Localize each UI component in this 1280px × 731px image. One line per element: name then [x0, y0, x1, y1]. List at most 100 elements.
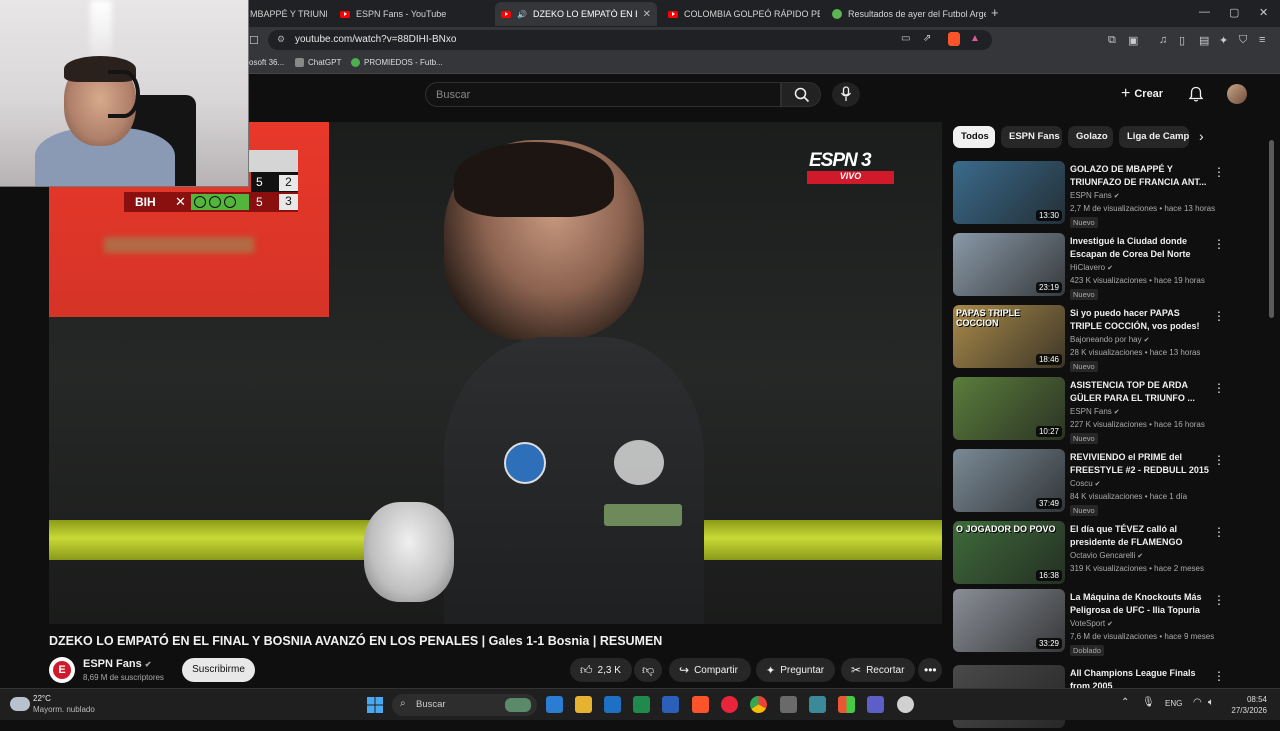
- video-thumbnail[interactable]: 10:27: [953, 377, 1065, 440]
- more-vertical-icon[interactable]: ⋮: [1213, 453, 1225, 467]
- chip-golazo[interactable]: Golazo: [1068, 126, 1113, 148]
- recommendation-card[interactable]: 10:27 ASISTENCIA TOP DE ARDA GÜLER PARA E…: [953, 377, 1225, 444]
- recommendation-card[interactable]: 33:29 La Máquina de Knockouts Más Peligro…: [953, 589, 1225, 656]
- recommendation-title[interactable]: ASISTENCIA TOP DE ARDA GÜLER PARA EL TRI…: [1070, 379, 1210, 405]
- share-button[interactable]: ↪ Compartir: [669, 658, 751, 682]
- tab-espn-fans[interactable]: ESPN Fans - YouTube: [334, 2, 489, 26]
- screenshot-icon[interactable]: ▣: [1128, 34, 1138, 47]
- more-vertical-icon[interactable]: ⋮: [1213, 381, 1225, 395]
- scrollbar-thumb[interactable]: [1269, 140, 1274, 318]
- outlook-icon[interactable]: [604, 696, 621, 713]
- account-avatar[interactable]: [1227, 84, 1247, 104]
- recommendation-card[interactable]: 37:49 REVIVIENDO el PRIME del FREESTYLE #…: [953, 449, 1225, 516]
- close-window-icon[interactable]: ✕: [1259, 6, 1268, 19]
- recommendation-channel[interactable]: HiClavero ✔: [1070, 263, 1113, 272]
- url-field[interactable]: ⚙ youtube.com/watch?v=88DIHI-BNxo ▭ ⇗ ▲: [268, 30, 992, 50]
- recommendation-channel[interactable]: ESPN Fans ✔: [1070, 191, 1120, 200]
- leo-ai-icon[interactable]: ✦: [1219, 34, 1228, 47]
- teams-icon[interactable]: [867, 696, 884, 713]
- weather-cloud-icon[interactable]: [10, 697, 30, 711]
- language-indicator[interactable]: ENG: [1165, 699, 1182, 708]
- recommendation-title[interactable]: Si yo puedo hacer PAPAS TRIPLE COCCIÓN, …: [1070, 307, 1210, 333]
- new-tab-button[interactable]: +: [991, 5, 999, 20]
- video-thumbnail[interactable]: 23:19: [953, 233, 1065, 296]
- tab-mbappe[interactable]: MBAPPÉ Y TRIUNFAZO: [244, 2, 327, 26]
- weather-temp[interactable]: 22°C: [33, 694, 51, 703]
- video-thumbnail[interactable]: 13:30: [953, 161, 1065, 224]
- media-icon[interactable]: ♫: [1159, 34, 1167, 46]
- recommendation-channel[interactable]: Octavio Gencarelli ✔: [1070, 551, 1143, 560]
- recommendation-channel[interactable]: ESPN Fans ✔: [1070, 407, 1120, 416]
- clip-button[interactable]: ✂ Recortar: [841, 658, 915, 682]
- wallet-icon[interactable]: ▤: [1199, 34, 1209, 47]
- recommendation-card[interactable]: 23:19 Investigué la Ciudad donde Escapan …: [953, 233, 1225, 300]
- recommendation-channel[interactable]: Bajoneando por hay ✔: [1070, 335, 1149, 344]
- brave-browser-icon[interactable]: [692, 696, 709, 713]
- windows-start-icon[interactable]: [367, 697, 383, 713]
- more-vertical-icon[interactable]: ⋮: [1213, 525, 1225, 539]
- clock-time[interactable]: 08:54: [1229, 695, 1267, 704]
- create-button[interactable]: + Crear: [1121, 83, 1163, 105]
- microphone-icon[interactable]: 🎙︎: [1142, 697, 1155, 708]
- menu-icon[interactable]: ≡: [1259, 34, 1265, 46]
- share-icon[interactable]: ⇗: [923, 33, 931, 44]
- recommendation-channel[interactable]: VoteSport ✔: [1070, 619, 1113, 628]
- app-icon[interactable]: [838, 696, 855, 713]
- recommendation-card[interactable]: PAPAS TRIPLE COCCION 18:46 Si yo puedo hac…: [953, 305, 1225, 372]
- clock-date[interactable]: 27/3/2026: [1221, 706, 1267, 715]
- word-icon[interactable]: [662, 696, 679, 713]
- bookmark-icon[interactable]: ☐: [249, 34, 259, 47]
- tab-colombia[interactable]: COLOMBIA GOLPEÓ RÁPIDO PERO S: [662, 2, 820, 26]
- media-player-icon[interactable]: [721, 696, 738, 713]
- subscribe-button[interactable]: Suscribirme: [182, 658, 255, 682]
- brave-shields-icon[interactable]: [948, 32, 960, 46]
- search-button[interactable]: [781, 82, 821, 107]
- more-actions-button[interactable]: •••: [918, 658, 942, 682]
- recommendation-card[interactable]: O JOGADOR DO POVO 16:38 El día que TÉVEZ c…: [953, 521, 1225, 587]
- site-info-icon[interactable]: ⚙: [277, 34, 285, 45]
- chevron-right-icon[interactable]: ›: [1199, 128, 1204, 144]
- chevron-up-icon[interactable]: ⌃: [1121, 697, 1129, 708]
- video-thumbnail[interactable]: O JOGADOR DO POVO 16:38: [953, 521, 1065, 584]
- file-explorer-icon[interactable]: [575, 696, 592, 713]
- more-vertical-icon[interactable]: ⋮: [1213, 237, 1225, 251]
- wifi-icon[interactable]: ◠: [1193, 697, 1202, 708]
- recommendation-title[interactable]: GOLAZO DE MBAPPÉ Y TRIUNFAZO DE FRANCIA …: [1070, 163, 1210, 189]
- recommendation-title[interactable]: El día que TÉVEZ calló al presidente de …: [1070, 523, 1210, 549]
- app-icon[interactable]: [780, 696, 797, 713]
- bookmark-promiedos[interactable]: PROMIEDOS - Futb...: [351, 58, 443, 67]
- app-icon[interactable]: [897, 696, 914, 713]
- more-vertical-icon[interactable]: ⋮: [1213, 669, 1225, 683]
- vscode-icon[interactable]: [546, 696, 563, 713]
- chip-espn-fans[interactable]: ESPN Fans: [1001, 126, 1062, 148]
- video-thumbnail[interactable]: PAPAS TRIPLE COCCION 18:46: [953, 305, 1065, 368]
- voice-search-button[interactable]: [832, 82, 860, 107]
- tab-resultados[interactable]: Resultados de ayer del Futbol Argen: [826, 2, 986, 26]
- dislike-button[interactable]: 👎︎: [634, 658, 662, 682]
- recommendation-title[interactable]: La Máquina de Knockouts Más Peligrosa de…: [1070, 591, 1210, 617]
- video-player[interactable]: 5 2 BIH ✕ 5 3 ESPN 3 VIVO: [49, 122, 942, 624]
- ask-button[interactable]: ✦ Preguntar: [756, 658, 835, 682]
- extensions-icon[interactable]: ⧉: [1108, 34, 1116, 47]
- tab-dzeko-active[interactable]: 🔊 DZEKO LO EMPATÓ EN EL FIN ✕: [495, 2, 657, 26]
- channel-name[interactable]: ESPN Fans ✔: [83, 658, 151, 670]
- bookmark-chatgpt[interactable]: ChatGPT: [295, 58, 341, 67]
- maximize-icon[interactable]: ▢: [1229, 6, 1239, 19]
- recommendation-card[interactable]: 13:30 GOLAZO DE MBAPPÉ Y TRIUNFAZO DE FRA…: [953, 161, 1225, 228]
- sidebar-icon[interactable]: ▯: [1179, 34, 1185, 47]
- vpn-icon[interactable]: ⛉: [1239, 34, 1247, 47]
- search-input[interactable]: Buscar: [425, 82, 781, 107]
- app-icon[interactable]: [809, 696, 826, 713]
- like-button[interactable]: 👍︎ 2,3 K: [570, 658, 632, 682]
- cast-icon[interactable]: ▭: [901, 33, 910, 44]
- chrome-icon[interactable]: [750, 696, 767, 713]
- notifications-bell-icon[interactable]: [1188, 86, 1204, 103]
- excel-icon[interactable]: [633, 696, 650, 713]
- bookmark-microsoft[interactable]: osoft 36...: [249, 58, 284, 67]
- volume-icon[interactable]: 🔈︎: [1208, 697, 1214, 708]
- chip-todos[interactable]: Todos: [953, 126, 995, 148]
- close-tab-icon[interactable]: ✕: [643, 9, 651, 20]
- recommendation-title[interactable]: REVIVIENDO el PRIME del FREESTYLE #2 - R…: [1070, 451, 1210, 477]
- channel-avatar[interactable]: E: [49, 657, 75, 683]
- more-vertical-icon[interactable]: ⋮: [1213, 593, 1225, 607]
